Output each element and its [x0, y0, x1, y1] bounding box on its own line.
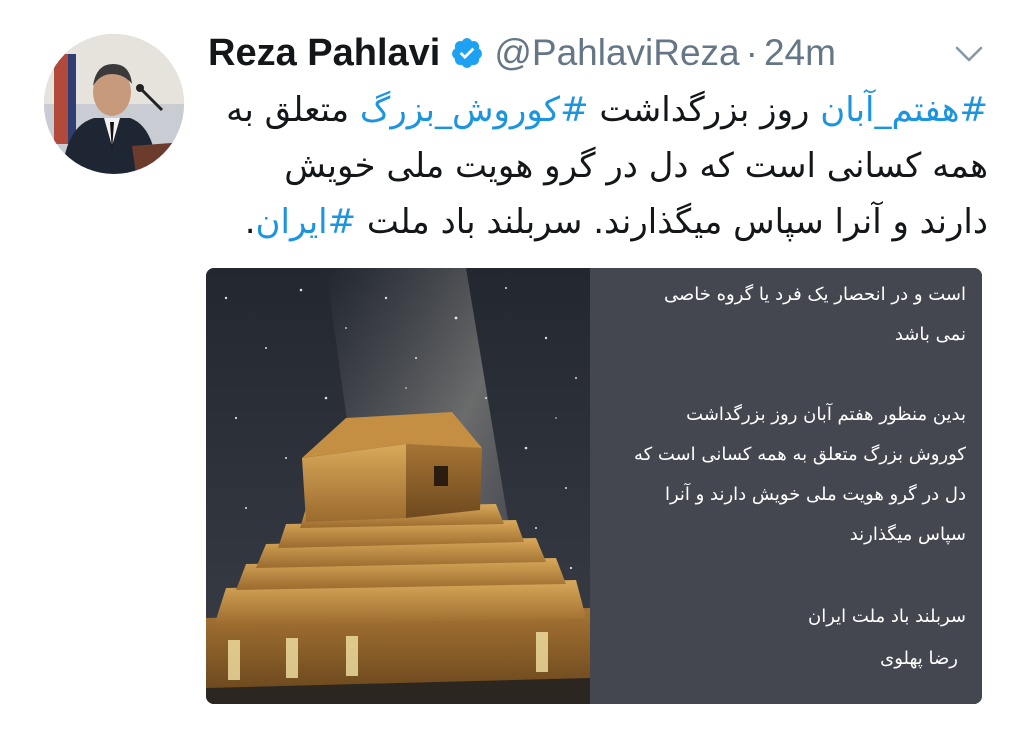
hashtag-link[interactable]: #ایران: [256, 202, 357, 242]
statement-line: کوروش بزرگ متعلق به همه کسانی است که: [633, 444, 966, 465]
tweet-text-segment: متعلق به: [226, 90, 360, 130]
tweet-line: همه کسانی است که دل در گرو هویت ملی خویش: [284, 146, 988, 186]
statement-line: سپاس میگذارند: [849, 524, 966, 545]
statement-line: سربلند باد ملت ایران: [808, 606, 966, 627]
chevron-down-icon[interactable]: [954, 44, 984, 64]
hashtag-link[interactable]: #کوروش_بزرگ: [360, 90, 589, 130]
tweet-line: #هفتم_آبان روز بزرگداشت #کوروش_بزرگ متعل…: [206, 82, 988, 138]
statement-panel: است و در انحصار یک فرد یا گروه خاصی نمی …: [590, 268, 982, 704]
tomb-photo: [206, 268, 590, 704]
tweet-text-segment: .: [244, 202, 256, 242]
tweet-header: Reza Pahlavi @PahlaviReza · 24m: [208, 26, 836, 80]
tweet-text-segment: روز بزرگداشت: [588, 90, 821, 130]
separator-dot: ·: [745, 32, 758, 73]
statement-line: نمی باشد: [894, 324, 966, 345]
user-handle[interactable]: @PahlaviReza: [494, 32, 739, 74]
avatar-photo: [44, 34, 184, 174]
verified-badge-icon: [452, 38, 483, 68]
tweet-media[interactable]: است و در انحصار یک فرد یا گروه خاصی نمی …: [206, 268, 982, 704]
tweet-line: دارند و آنرا سپاس میگذارند. سربلند باد م…: [206, 194, 988, 250]
tweet-text-segment: دارند و آنرا سپاس میگذارند. سربلند باد م…: [356, 202, 988, 242]
media-photo[interactable]: [206, 268, 590, 704]
tweet-text: #هفتم_آبان روز بزرگداشت #کوروش_بزرگ متعل…: [206, 82, 988, 250]
avatar[interactable]: [44, 34, 184, 174]
tweet-timestamp[interactable]: 24m: [764, 32, 836, 74]
hashtag-link[interactable]: #هفتم_آبان: [820, 90, 988, 130]
statement-line: بدین منظور هفتم آبان روز بزرگداشت: [686, 404, 966, 425]
statement-line: است و در انحصار یک فرد یا گروه خاصی: [663, 284, 966, 305]
statement-line: دل در گرو هویت ملی خویش دارند و آنرا: [664, 484, 966, 505]
display-name[interactable]: Reza Pahlavi: [208, 32, 440, 75]
statement-signature: رضا پهلوی: [880, 648, 958, 669]
